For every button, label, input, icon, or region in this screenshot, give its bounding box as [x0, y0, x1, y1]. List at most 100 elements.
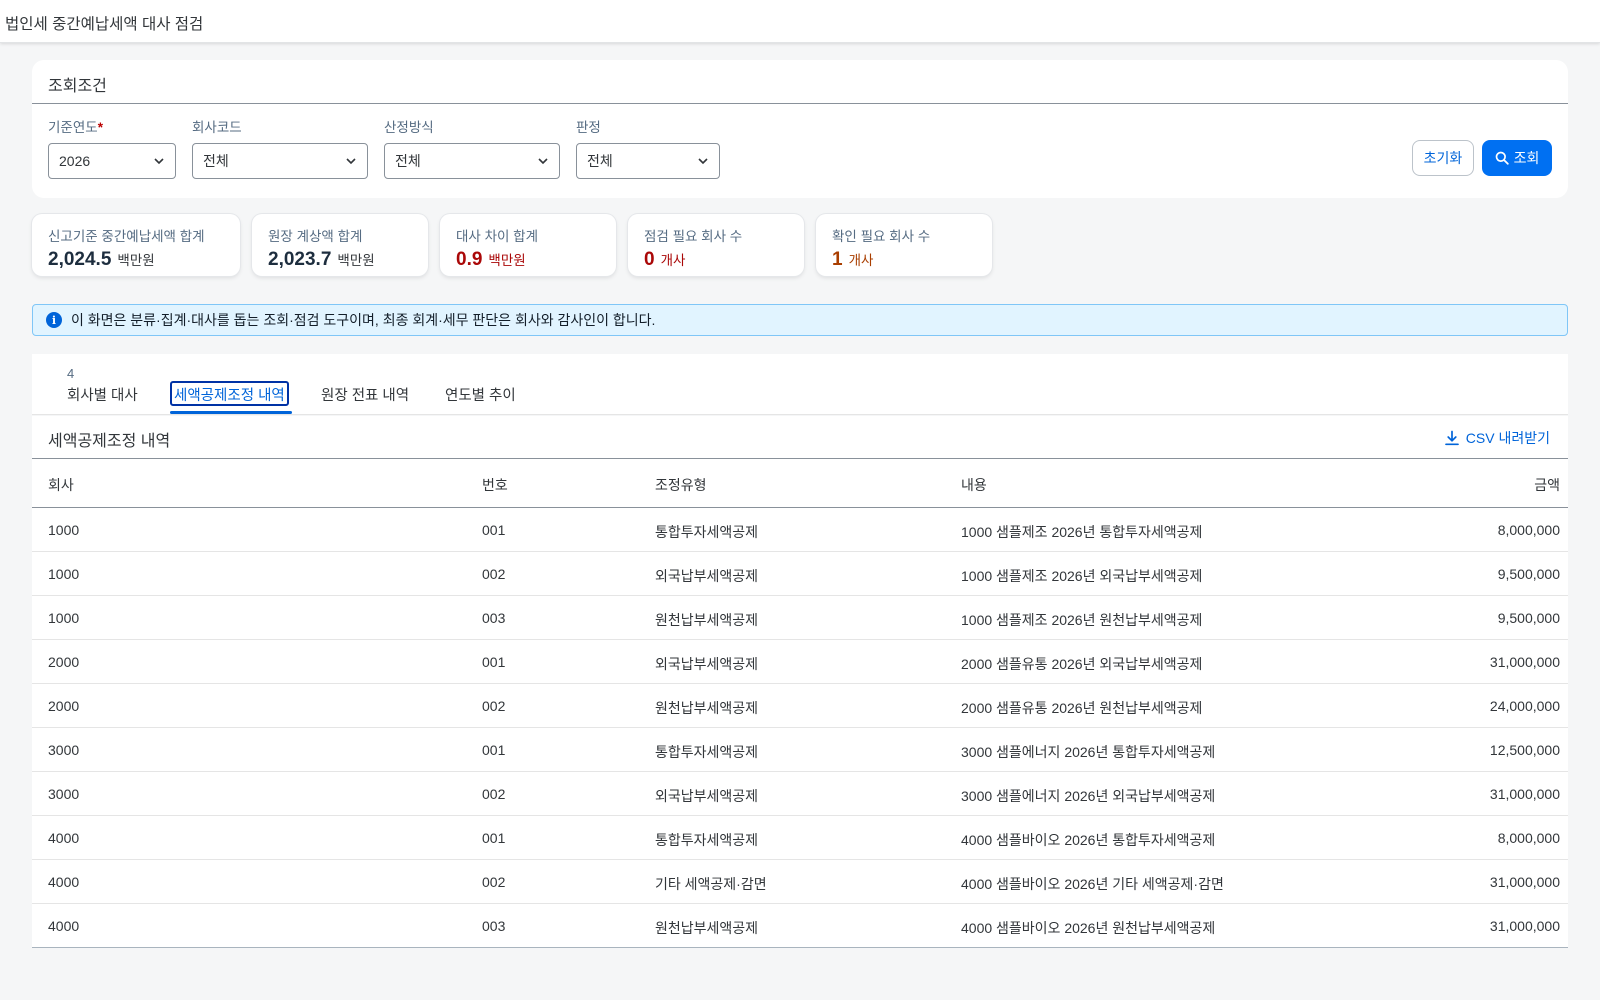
company-field: 회사코드 전체 — [192, 116, 368, 179]
kpi-card-declared-total: 신고기준 중간예납세액 합계 2,024.5 백만원 — [32, 214, 240, 276]
cell-number: 002 — [482, 874, 506, 890]
reset-button[interactable]: 초기화 — [1412, 140, 1474, 176]
company-select[interactable]: 전체 — [192, 143, 368, 179]
kpi-unit: 백만원 — [488, 253, 526, 268]
cell-number: 003 — [482, 918, 506, 934]
kpi-value: 2,024.5 — [48, 249, 112, 270]
cell-number: 003 — [482, 610, 506, 626]
cell-number: 002 — [482, 566, 506, 582]
column-header-number[interactable]: 번호 — [482, 475, 508, 495]
tab-credit-adjustments[interactable]: 세액공제조정 내역 — [170, 381, 289, 406]
filter-panel: 조회조건 기준연도* 2026 회사코드 전체 산정방식 전체 판정 전체 초기… — [32, 60, 1568, 198]
table-row[interactable]: 3000 001 통합투자세액공제 3000 샘플에너지 2026년 통합투자세액공제… — [32, 728, 1568, 772]
verdict-label: 판정 — [576, 120, 601, 135]
info-message-strip: i 이 화면은 분류·집계·대사를 돕는 조회·점검 도구이며, 최종 회계·세… — [32, 304, 1568, 336]
cell-number: 002 — [482, 786, 506, 802]
year-label: 기준연도 — [48, 120, 98, 135]
cell-type: 외국납부세액공제 — [655, 568, 759, 584]
cell-amount: 8,000,000 — [1497, 522, 1560, 538]
csv-download-button[interactable]: CSV 내려받기 — [1444, 428, 1550, 448]
cell-amount: 12,500,000 — [1489, 742, 1560, 758]
search-button-label: 조회 — [1513, 150, 1540, 166]
kpi-card-ledger-total: 원장 계상액 합계 2,023.7 백만원 — [252, 214, 428, 276]
cell-company: 2000 — [48, 654, 80, 670]
cell-description: 3000 샘플에너지 2026년 외국납부세액공제 — [961, 788, 1216, 804]
method-select[interactable]: 전체 — [384, 143, 560, 179]
verdict-select[interactable]: 전체 — [576, 143, 720, 179]
column-header-company[interactable]: 회사 — [48, 475, 74, 495]
download-icon — [1444, 430, 1459, 446]
column-header-amount[interactable]: 금액 — [1534, 475, 1560, 495]
table-row[interactable]: 4000 003 원천납부세액공제 4000 샘플바이오 2026년 원천납부세액공제… — [32, 904, 1568, 948]
cell-amount: 8,000,000 — [1497, 830, 1560, 846]
tab-bar: 4 회사별 대사 세액공제조정 내역 원장 전표 내역 연도별 추이 — [32, 354, 1568, 415]
cell-number: 001 — [482, 654, 506, 670]
cell-company: 3000 — [48, 786, 80, 802]
table-row[interactable]: 1000 002 외국납부세액공제 1000 샘플제조 2026년 외국납부세액공제 9… — [32, 552, 1568, 596]
column-header-type[interactable]: 조정유형 — [655, 475, 707, 495]
cell-company: 4000 — [48, 830, 80, 846]
table-row[interactable]: 2000 002 원천납부세액공제 2000 샘플유통 2026년 원천납부세액공제 2… — [32, 684, 1568, 728]
cell-amount: 31,000,000 — [1489, 874, 1560, 890]
cell-type: 외국납부세액공제 — [655, 656, 759, 672]
cell-company: 1000 — [48, 522, 80, 538]
table-title: 세액공제조정 내역 — [48, 433, 171, 450]
cell-company: 2000 — [48, 698, 80, 714]
cell-type: 외국납부세액공제 — [655, 788, 759, 804]
kpi-label: 신고기준 중간예납세액 합계 — [48, 229, 205, 244]
cell-number: 001 — [482, 830, 506, 846]
kpi-value: 0 — [644, 249, 655, 270]
cell-amount: 31,000,000 — [1489, 654, 1560, 670]
kpi-value: 2,023.7 — [268, 249, 332, 270]
table-toolbar: 세액공제조정 내역 CSV 내려받기 — [32, 416, 1568, 459]
cell-amount: 9,500,000 — [1497, 610, 1560, 626]
credit-adjustments-table: 세액공제조정 내역 CSV 내려받기 회사 번호 조정유형 내용 금액 1000… — [32, 416, 1568, 948]
cell-type: 원천납부세액공제 — [655, 700, 759, 716]
tab-ledger-entries[interactable]: 원장 전표 내역 — [321, 384, 409, 405]
chevron-down-icon — [346, 158, 356, 165]
kpi-label: 확인 필요 회사 수 — [832, 229, 931, 244]
cell-number: 002 — [482, 698, 506, 714]
info-icon: i — [46, 312, 62, 328]
cell-amount: 31,000,000 — [1489, 786, 1560, 802]
column-header-description[interactable]: 내용 — [961, 475, 987, 495]
year-select[interactable]: 2026 — [48, 143, 176, 179]
company-label: 회사코드 — [192, 120, 242, 135]
cell-company: 4000 — [48, 918, 80, 934]
cell-company: 1000 — [48, 566, 80, 582]
required-mark: * — [97, 120, 103, 135]
method-label: 산정방식 — [384, 120, 434, 135]
active-tab-indicator — [170, 411, 292, 414]
cell-description: 1000 샘플제조 2026년 통합투자세액공제 — [961, 524, 1203, 540]
tab-yearly-trend[interactable]: 연도별 추이 — [445, 384, 516, 405]
table-row[interactable]: 1000 001 통합투자세액공제 1000 샘플제조 2026년 통합투자세액공제 8… — [32, 508, 1568, 552]
method-select-value: 전체 — [395, 153, 421, 169]
cell-amount: 31,000,000 — [1489, 918, 1560, 934]
search-button[interactable]: 조회 — [1482, 140, 1552, 176]
shell-bar: 법인세 중간예납세액 대사 점검 — [0, 0, 1600, 43]
kpi-value: 0.9 — [456, 249, 483, 270]
table-row[interactable]: 4000 001 통합투자세액공제 4000 샘플바이오 2026년 통합투자세액공제… — [32, 816, 1568, 860]
table-row[interactable]: 2000 001 외국납부세액공제 2000 샘플유통 2026년 외국납부세액공제 3… — [32, 640, 1568, 684]
cell-type: 통합투자세액공제 — [655, 744, 759, 760]
cell-description: 1000 샘플제조 2026년 원천납부세액공제 — [961, 612, 1203, 628]
table-row[interactable]: 3000 002 외국납부세액공제 3000 샘플에너지 2026년 외국납부세액공제… — [32, 772, 1568, 816]
cell-amount: 9,500,000 — [1497, 566, 1560, 582]
cell-description: 4000 샘플바이오 2026년 통합투자세액공제 — [961, 832, 1216, 848]
cell-amount: 24,000,000 — [1489, 698, 1560, 714]
kpi-unit: 개사 — [848, 253, 874, 268]
table-row[interactable]: 1000 003 원천납부세액공제 1000 샘플제조 2026년 원천납부세액공제 9… — [32, 596, 1568, 640]
kpi-card-confirm-needed: 확인 필요 회사 수 1 개사 — [816, 214, 992, 276]
year-field: 기준연도* 2026 — [48, 116, 176, 179]
tab-company-reconciliation[interactable]: 회사별 대사 — [67, 384, 138, 405]
app-title: 법인세 중간예납세액 대사 점검 — [5, 16, 204, 33]
method-field: 산정방식 전체 — [384, 116, 560, 179]
kpi-value: 1 — [832, 249, 843, 270]
kpi-label: 점검 필요 회사 수 — [644, 229, 743, 244]
table-row[interactable]: 4000 002 기타 세액공제·감면 4000 샘플바이오 2026년 기타 세액공… — [32, 860, 1568, 904]
cell-description: 3000 샘플에너지 2026년 통합투자세액공제 — [961, 744, 1216, 760]
cell-description: 2000 샘플유통 2026년 원천납부세액공제 — [961, 700, 1203, 716]
cell-description: 1000 샘플제조 2026년 외국납부세액공제 — [961, 568, 1203, 584]
cell-description: 4000 샘플바이오 2026년 기타 세액공제·감면 — [961, 876, 1224, 892]
year-select-value: 2026 — [59, 153, 91, 169]
